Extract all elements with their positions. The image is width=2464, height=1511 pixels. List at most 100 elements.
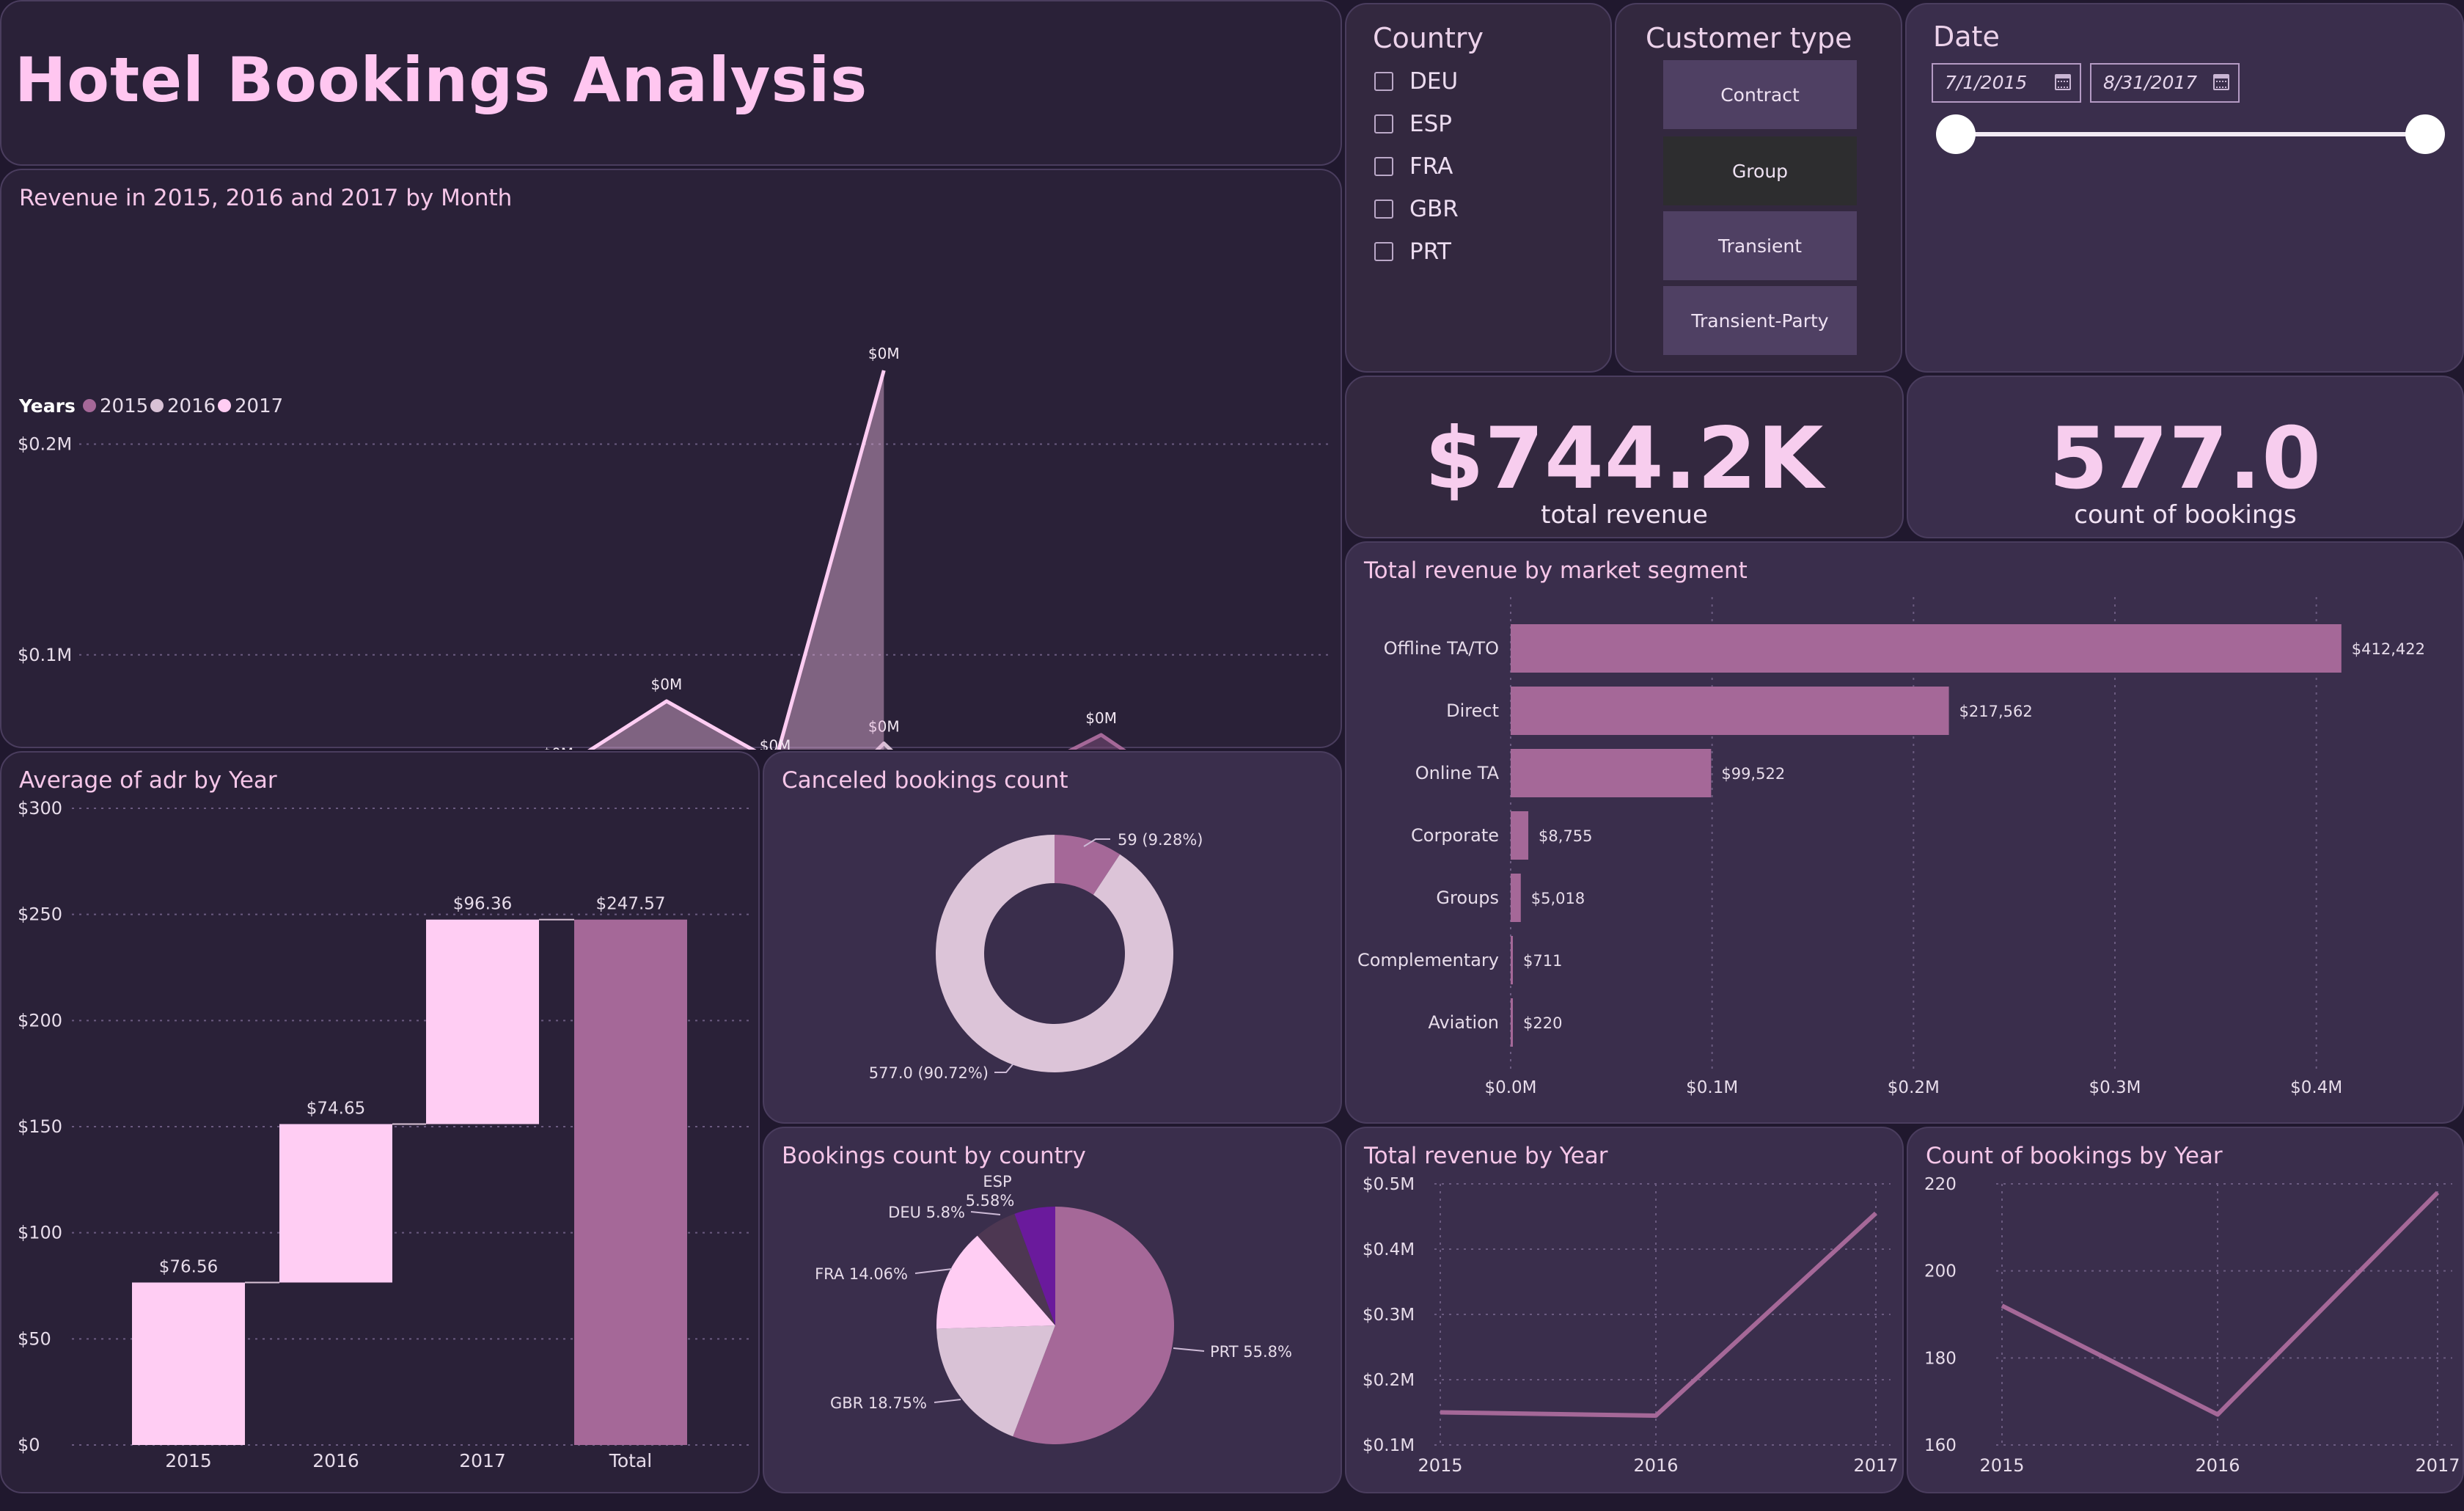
checkbox-icon[interactable] bbox=[1374, 157, 1393, 176]
checkbox-icon[interactable] bbox=[1374, 72, 1393, 91]
bookings-by-country-chart: PRT 55.8% GBR 18.75% FRA 14.06% DEU 5.8% ESP… bbox=[815, 1173, 1292, 1444]
y-tick-label: 200 bbox=[1924, 1262, 1957, 1281]
revenue-by-segment-card: Total revenue by market segment $0.0M $0.… bbox=[1345, 541, 2464, 1124]
kpi-count-bookings-label: count of bookings bbox=[2074, 500, 2297, 530]
bar-Aviation bbox=[1511, 998, 1513, 1047]
customer-type-transient-button[interactable]: Transient bbox=[1663, 211, 1857, 280]
y-tick-label: $250 bbox=[18, 904, 62, 925]
adr-by-year-card: Average of adr by Year $0 $50 $100 $150 $200… bbox=[0, 751, 760, 1493]
leader-line bbox=[1173, 1347, 1205, 1352]
calendar-icon[interactable] bbox=[2055, 74, 2071, 90]
country-slicer: Country DEU ESP FRA GBR PRT bbox=[1345, 3, 1612, 373]
end-date-input[interactable]: 8/31/2017 bbox=[2090, 63, 2240, 103]
x-tick-label: 2016 bbox=[312, 1450, 359, 1471]
y-tick-label: $0.4M bbox=[1363, 1240, 1415, 1259]
bar-Online TA bbox=[1511, 749, 1712, 797]
category-label: Online TA bbox=[1415, 763, 1500, 783]
country-option-fra[interactable]: FRA bbox=[1374, 150, 1453, 183]
country-option-deu[interactable]: DEU bbox=[1374, 65, 1458, 98]
bar-2017 bbox=[426, 919, 539, 1124]
x-tick-label: 2017 bbox=[459, 1450, 506, 1471]
bar-Direct bbox=[1511, 687, 1949, 735]
legend-title: Years bbox=[18, 395, 76, 417]
date-range-start-handle[interactable] bbox=[1936, 114, 1976, 154]
checkbox-icon[interactable] bbox=[1374, 242, 1393, 261]
y-tick-label: $200 bbox=[18, 1010, 62, 1031]
y-tick-label: $0.3M bbox=[1363, 1306, 1415, 1325]
calendar-icon[interactable] bbox=[2213, 74, 2229, 90]
pie-label: GBR 18.75% bbox=[830, 1394, 927, 1412]
x-tick-label: 2015 bbox=[1979, 1455, 2024, 1476]
bar-2016 bbox=[279, 1124, 392, 1283]
category-label: Complementary bbox=[1357, 950, 1499, 970]
bar-Total bbox=[574, 919, 687, 1445]
x-tick-label: Total bbox=[609, 1450, 652, 1471]
bar-Corporate bbox=[1511, 811, 1529, 860]
customer-type-transient-party-button[interactable]: Transient-Party bbox=[1663, 286, 1857, 355]
y-tick-label: $50 bbox=[18, 1328, 51, 1349]
data-label: $220 bbox=[1523, 1014, 1562, 1032]
checkbox-icon[interactable] bbox=[1374, 114, 1393, 133]
bar-Offline TA/TO bbox=[1511, 624, 2342, 673]
x-tick-label: $0.4M bbox=[2290, 1078, 2342, 1097]
country-option-esp[interactable]: ESP bbox=[1374, 107, 1452, 141]
legend-label: 2015 bbox=[100, 395, 148, 417]
x-tick-label: $0.1M bbox=[1686, 1078, 1738, 1097]
country-option-prt[interactable]: PRT bbox=[1374, 235, 1451, 268]
category-label: Groups bbox=[1436, 888, 1499, 908]
data-label: $217,562 bbox=[1959, 703, 2033, 720]
customer-type-contract-button[interactable]: Contract bbox=[1663, 60, 1857, 129]
legend-marker bbox=[83, 399, 96, 412]
start-date-input[interactable]: 7/1/2015 bbox=[1932, 63, 2081, 103]
y-tick-label: 180 bbox=[1924, 1349, 1957, 1368]
bookings-by-year-card: Count of bookings by Year 160 180 200 220 20… bbox=[1907, 1127, 2464, 1493]
legend-marker bbox=[218, 399, 231, 412]
category-label: Direct bbox=[1446, 700, 1499, 721]
customer-type-group-button[interactable]: Group bbox=[1663, 136, 1857, 205]
series-line bbox=[2001, 1190, 2440, 1417]
data-label: $76.56 bbox=[159, 1257, 218, 1276]
donut-label: 577.0 (90.72%) bbox=[869, 1064, 989, 1082]
kpi-total-revenue-label: total revenue bbox=[1541, 500, 1708, 530]
x-tick-label: 2016 bbox=[1633, 1455, 1678, 1476]
leader-line bbox=[970, 1211, 1001, 1215]
y-tick-label: $0.1M bbox=[1363, 1436, 1415, 1455]
data-label: $8,755 bbox=[1539, 827, 1592, 845]
bookings-by-year-chart: 160 180 200 220 2015 2016 2017 bbox=[1924, 1175, 2460, 1476]
kpi-count-bookings-card: 577.0 count of bookings bbox=[1907, 376, 2464, 538]
category-label: Aviation bbox=[1428, 1012, 1499, 1033]
country-option-gbr[interactable]: GBR bbox=[1374, 192, 1459, 226]
legend-marker bbox=[150, 399, 164, 412]
data-label: $711 bbox=[1523, 952, 1562, 970]
date-range-track[interactable] bbox=[1955, 132, 2424, 136]
category-label: Corporate bbox=[1411, 825, 1499, 846]
legend-label: 2016 bbox=[167, 395, 216, 417]
revenue-by-year-card: Total revenue by Year $0.1M $0.2M $0.3M $0.… bbox=[1345, 1127, 1904, 1493]
y-tick-label: $100 bbox=[18, 1223, 62, 1243]
data-label: $247.57 bbox=[595, 895, 665, 914]
donut-slice bbox=[936, 835, 1173, 1072]
date-slicer-title: Date bbox=[1933, 21, 2000, 53]
data-label: $0M bbox=[760, 736, 791, 750]
y-tick-label: $0.5M bbox=[1363, 1175, 1415, 1194]
series-area-2017 bbox=[590, 370, 884, 750]
date-range-end-handle[interactable] bbox=[2405, 114, 2445, 154]
x-tick-label: $0.2M bbox=[1888, 1078, 1940, 1097]
pie-label: ESP bbox=[983, 1173, 1011, 1190]
leader-line bbox=[994, 1063, 1014, 1073]
canceled-bookings-card: Canceled bookings count 59 (9.28%) 577.0 … bbox=[763, 751, 1342, 1124]
x-tick-label: 2017 bbox=[2415, 1455, 2460, 1476]
y-tick-label: $150 bbox=[18, 1116, 62, 1137]
data-label: $5,018 bbox=[1531, 890, 1585, 907]
pie-label: 5.58% bbox=[966, 1192, 1015, 1210]
revenue-by-month-chart: Years201520162017$0.0M$0.1M$0.2M$0M$0M$0… bbox=[18, 345, 1333, 750]
y-tick-label: $300 bbox=[18, 798, 62, 819]
checkbox-icon[interactable] bbox=[1374, 200, 1393, 219]
y-tick-label: $0 bbox=[18, 1435, 40, 1455]
data-label: $74.65 bbox=[307, 1099, 365, 1118]
y-tick-label: $0.2M bbox=[18, 434, 72, 455]
y-tick-label: $0.2M bbox=[1363, 1371, 1415, 1390]
data-label: $0M bbox=[868, 345, 900, 362]
date-slicer: Date 7/1/2015 8/31/2017 bbox=[1905, 3, 2464, 373]
data-label: $96.36 bbox=[453, 895, 512, 914]
